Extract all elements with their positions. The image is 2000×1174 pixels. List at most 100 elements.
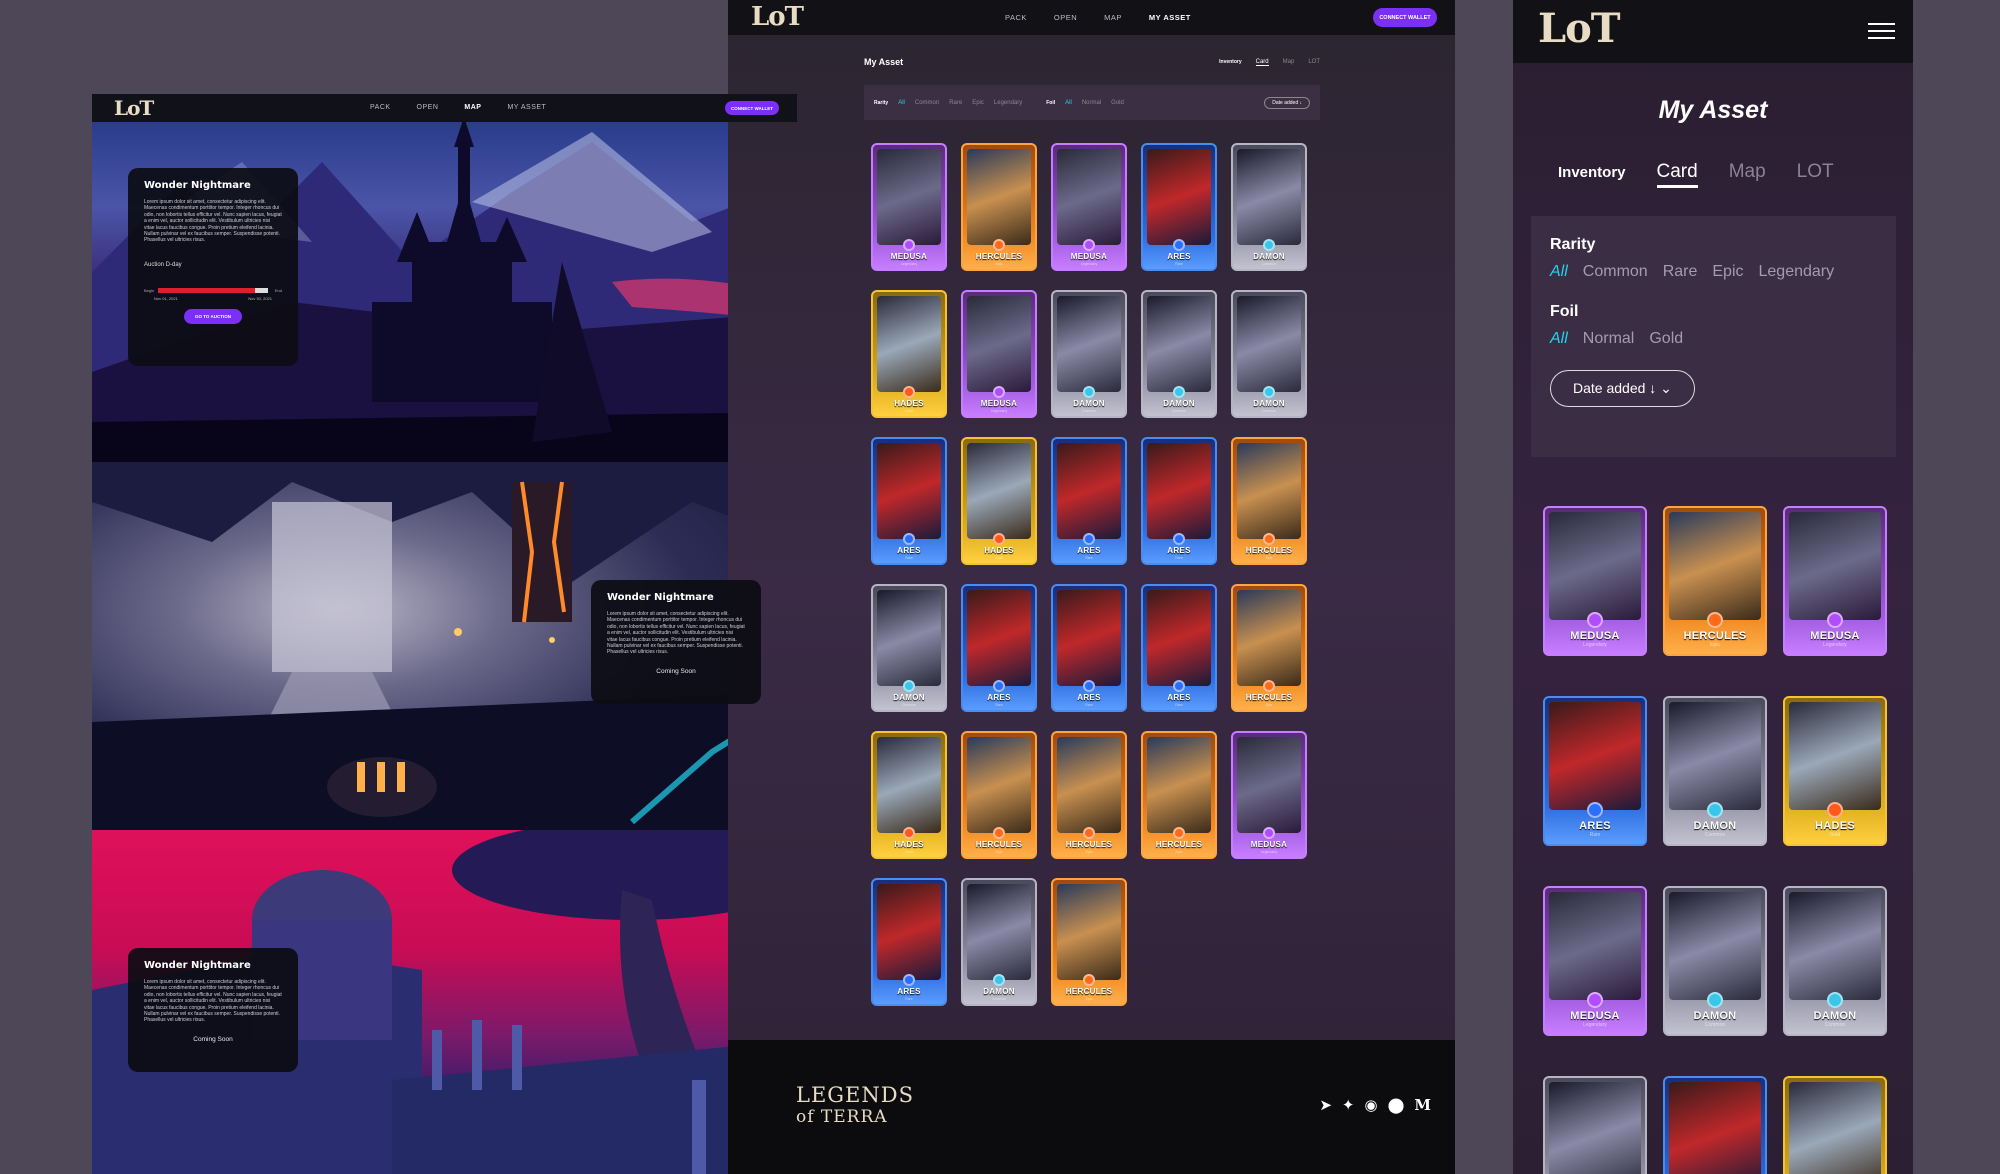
rarity-option-common[interactable]: Common: [1583, 263, 1648, 281]
asset-card[interactable]: HADESGold: [1783, 696, 1887, 846]
asset-card[interactable]: ARESRare: [1141, 584, 1217, 712]
nav-link-pack[interactable]: PACK: [370, 104, 391, 111]
card-name: MEDUSA: [1810, 630, 1860, 642]
asset-card[interactable]: ARESRare: [961, 584, 1037, 712]
twitter-icon[interactable]: ✦: [1342, 1096, 1355, 1114]
asset-card[interactable]: HADESGold: [871, 731, 947, 859]
asset-card[interactable]: MEDUSA Legendary: [1051, 143, 1127, 271]
asset-card[interactable]: ARESRare: [871, 878, 947, 1006]
rarity-option-common[interactable]: Common: [915, 100, 939, 106]
asset-card[interactable]: DAMONCommon: [1231, 290, 1307, 418]
nav-link-my-asset[interactable]: MY ASSET: [1149, 13, 1191, 22]
asset-card[interactable]: MEDUSA Legendary: [961, 290, 1037, 418]
nav-link-map[interactable]: MAP: [464, 104, 481, 111]
map-region-ruins[interactable]: Wonder Nightmare Lorem ipsum dolor sit a…: [92, 830, 797, 1174]
rarity-option-rare[interactable]: Rare: [1663, 263, 1698, 281]
rarity-option-rare[interactable]: Rare: [949, 100, 962, 106]
connect-wallet-button[interactable]: CONNECT WALLET: [725, 101, 779, 115]
card-art: [1669, 1082, 1761, 1174]
asset-card[interactable]: ARESRare: [871, 437, 947, 565]
asset-card[interactable]: MEDUSA Legendary: [1543, 506, 1647, 656]
logo[interactable]: LoT: [1538, 5, 1621, 52]
asset-card[interactable]: ARESRare: [1543, 696, 1647, 846]
foil-option-normal[interactable]: Normal: [1583, 330, 1635, 348]
card-rarity: Rare: [1175, 262, 1183, 266]
tab-map[interactable]: Map: [1729, 161, 1766, 183]
asset-card[interactable]: HERCULES Epic: [1141, 731, 1217, 859]
asset-card[interactable]: DAMONCommon: [1141, 290, 1217, 418]
discord-icon[interactable]: ◉: [1365, 1096, 1378, 1114]
asset-card[interactable]: HADESGold: [1783, 1076, 1887, 1174]
asset-card[interactable]: ARESRare: [1141, 437, 1217, 565]
logo[interactable]: LoT: [114, 96, 154, 120]
asset-card[interactable]: HERCULES Epic: [961, 731, 1037, 859]
rarity-option-legendary[interactable]: Legendary: [994, 100, 1022, 106]
asset-card[interactable]: DAMONCommon: [871, 584, 947, 712]
asset-card[interactable]: HERCULES Epic: [1663, 506, 1767, 656]
foil-option-gold[interactable]: Gold: [1111, 100, 1124, 106]
footer-logo[interactable]: LEGENDS of TERRA: [796, 1084, 914, 1128]
tab-inventory[interactable]: Inventory: [1558, 164, 1626, 181]
foil-option-normal[interactable]: Normal: [1082, 100, 1101, 106]
asset-card[interactable]: MEDUSA Legendary: [1231, 731, 1307, 859]
asset-card[interactable]: ARESRare: [1663, 1076, 1767, 1174]
tab-inventory[interactable]: Inventory: [1219, 59, 1242, 66]
card-rarity: Legendary: [990, 409, 1008, 413]
asset-card[interactable]: DAMONCommon: [961, 878, 1037, 1006]
foil-option-all[interactable]: All: [1065, 100, 1072, 106]
asset-card[interactable]: DAMONCommon: [1051, 290, 1127, 418]
sort-dropdown[interactable]: Date added ↓ ⌄: [1550, 370, 1695, 407]
nav-link-pack[interactable]: PACK: [1005, 13, 1027, 22]
asset-card[interactable]: ARESRare: [1051, 584, 1127, 712]
card-name: HERCULES: [1155, 840, 1203, 849]
go-to-auction-button[interactable]: GO TO AUCTION: [184, 308, 242, 324]
medium-icon[interactable]: M: [1414, 1096, 1431, 1114]
nav-link-open[interactable]: OPEN: [1054, 13, 1077, 22]
rarity-gem-icon: [903, 680, 915, 692]
asset-card[interactable]: ARESRare: [1051, 437, 1127, 565]
tab-lot[interactable]: LOT: [1308, 59, 1320, 66]
asset-card[interactable]: DAMONCommon: [1783, 886, 1887, 1036]
rarity-option-epic[interactable]: Epic: [972, 100, 984, 106]
rarity-option-all[interactable]: All: [1550, 263, 1568, 281]
logo[interactable]: LoT: [751, 2, 804, 32]
asset-card[interactable]: MEDUSA Legendary: [1783, 506, 1887, 656]
card-art: [877, 737, 941, 833]
nav-link-my-asset[interactable]: MY ASSET: [507, 104, 546, 111]
nav-link-open[interactable]: OPEN: [417, 104, 439, 111]
map-region-castle[interactable]: Wonder Nightmare Lorem ipsum dolor sit a…: [92, 122, 797, 462]
asset-card[interactable]: DAMONCommon: [1543, 1076, 1647, 1174]
sort-dropdown[interactable]: Date added ↓: [1264, 96, 1310, 109]
asset-card[interactable]: HERCULES Epic: [1051, 878, 1127, 1006]
rarity-option-epic[interactable]: Epic: [1712, 263, 1743, 281]
card-name: MEDUSA: [890, 252, 928, 261]
connect-wallet-button[interactable]: CONNECT WALLET: [1373, 8, 1437, 27]
asset-card[interactable]: HERCULES Epic: [1231, 584, 1307, 712]
tab-map[interactable]: Map: [1283, 59, 1295, 66]
asset-card[interactable]: HADESGold: [961, 437, 1037, 565]
asset-card[interactable]: HERCULES Epic: [1231, 437, 1307, 565]
tab-card[interactable]: Card: [1656, 161, 1698, 188]
asset-card[interactable]: MEDUSA Legendary: [1543, 886, 1647, 1036]
asset-card[interactable]: HERCULES Epic: [1051, 731, 1127, 859]
asset-card[interactable]: DAMONCommon: [1663, 886, 1767, 1036]
asset-card[interactable]: HERCULES Epic: [961, 143, 1037, 271]
asset-card[interactable]: MEDUSA Legendary: [871, 143, 947, 271]
opensea-icon[interactable]: ⬤: [1388, 1096, 1405, 1114]
rarity-option-legendary[interactable]: Legendary: [1759, 263, 1835, 281]
asset-card[interactable]: HADESGold: [871, 290, 947, 418]
asset-card[interactable]: DAMONCommon: [1663, 696, 1767, 846]
telegram-icon[interactable]: ➤: [1319, 1096, 1332, 1114]
foil-option-gold[interactable]: Gold: [1649, 330, 1683, 348]
rarity-option-all[interactable]: All: [898, 100, 905, 106]
asset-card[interactable]: DAMONCommon: [1231, 143, 1307, 271]
tab-lot[interactable]: LOT: [1797, 161, 1834, 183]
foil-option-all[interactable]: All: [1550, 330, 1568, 348]
map-region-cave[interactable]: Wonder Nightmare Lorem ipsum dolor sit a…: [92, 462, 797, 830]
tab-card[interactable]: Card: [1255, 59, 1269, 66]
asset-card[interactable]: ARESRare: [1141, 143, 1217, 271]
hamburger-menu-icon[interactable]: [1868, 23, 1895, 40]
nav-link-map[interactable]: MAP: [1104, 13, 1122, 22]
region-description: Lorem ipsum dolor sit amet, consectetur …: [144, 979, 282, 1024]
card-name: HERCULES: [1065, 987, 1113, 996]
